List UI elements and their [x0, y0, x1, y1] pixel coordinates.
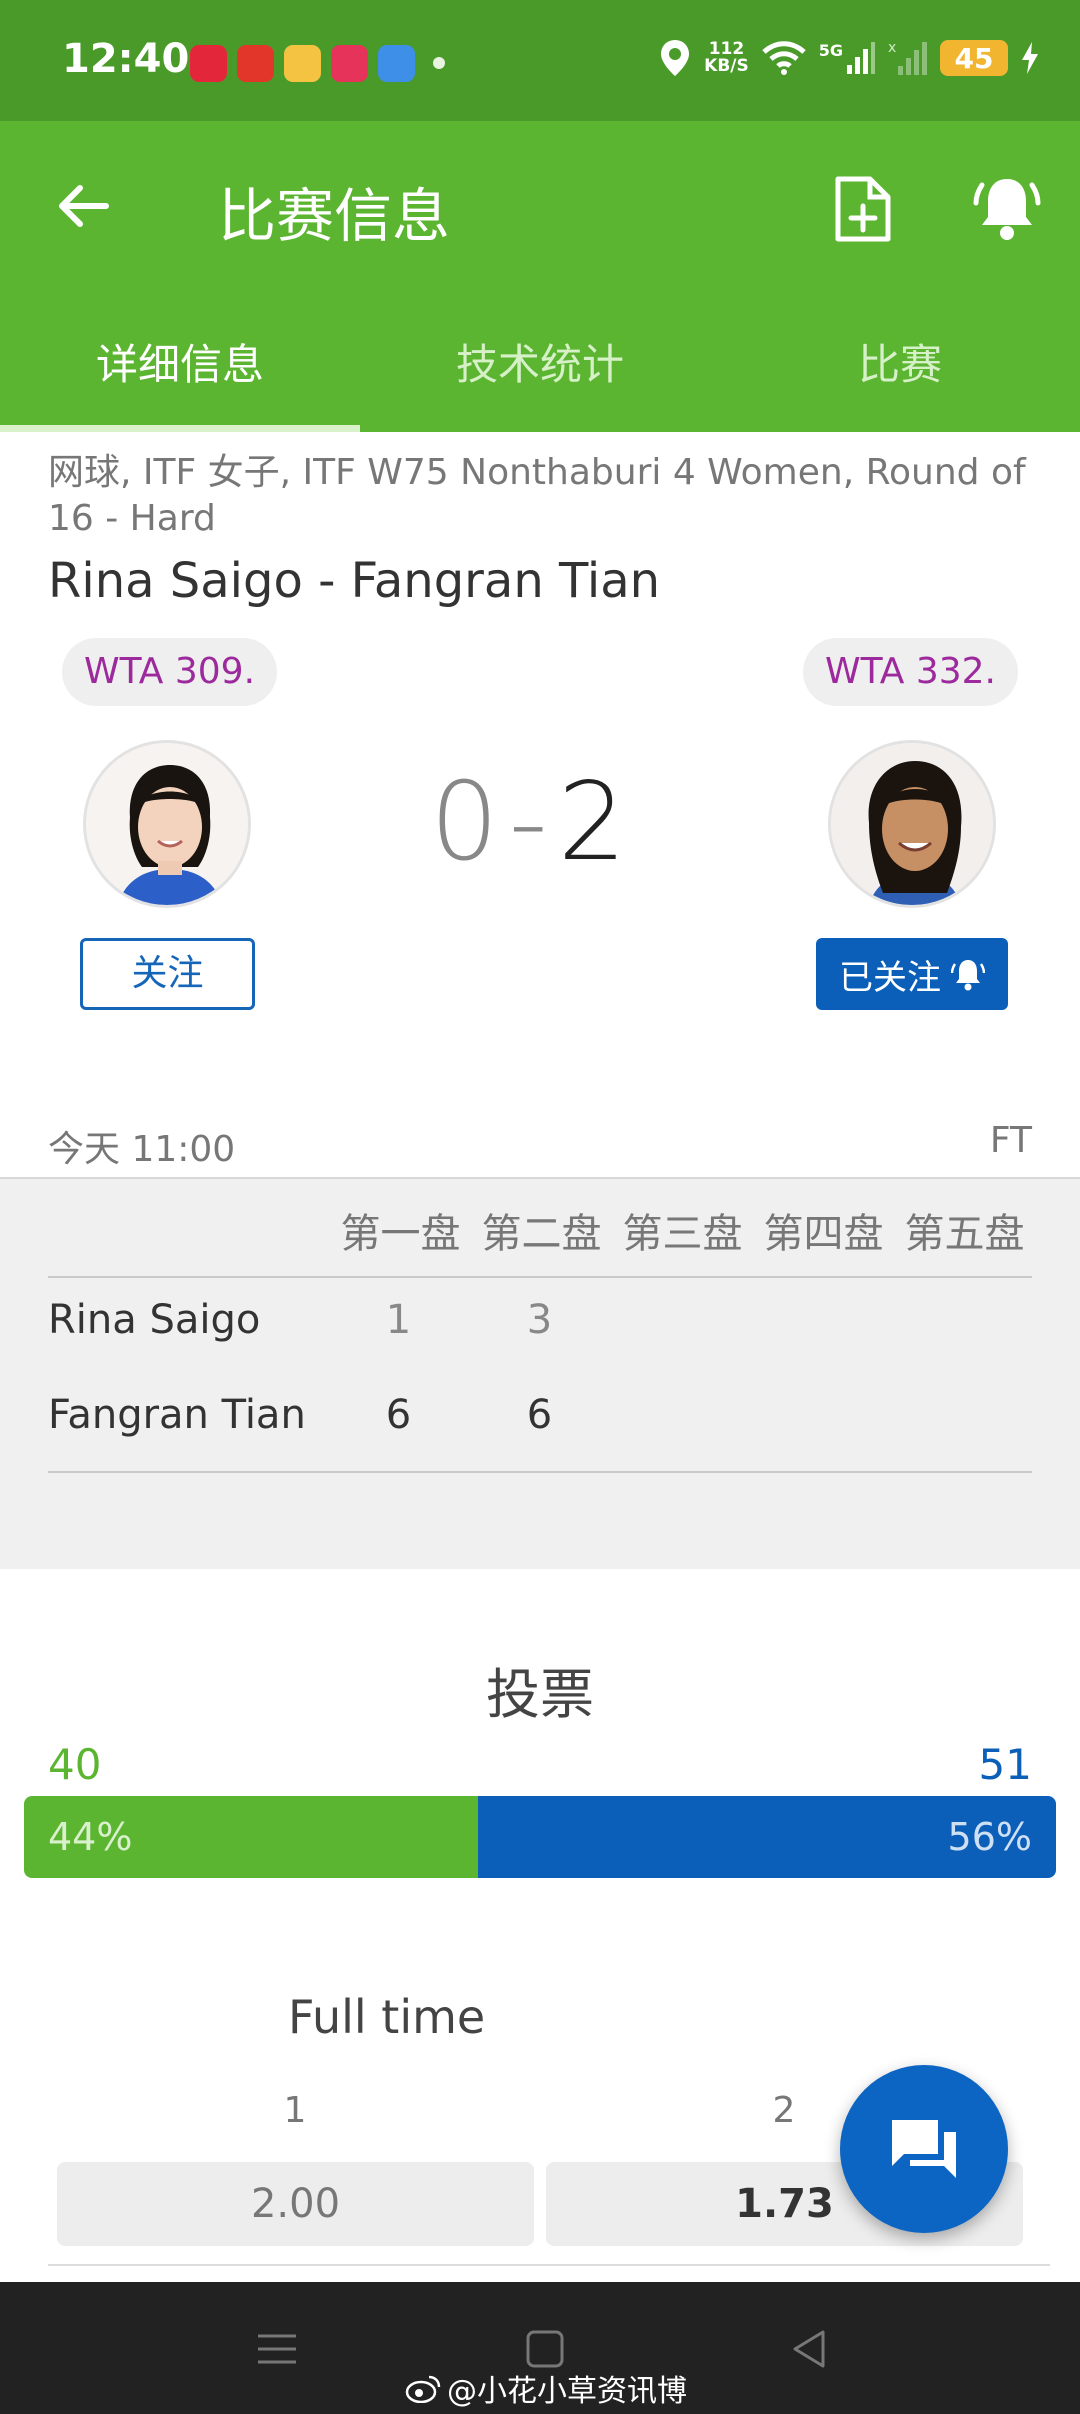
- status-bar: 12:40 112 KB/S 5G x 45: [0, 0, 1080, 121]
- set-header-1: 第一盘: [340, 1211, 461, 1257]
- set-score: 3: [526, 1297, 553, 1343]
- xiaohongshu-icon: [190, 45, 227, 82]
- weibo-icon: [405, 2375, 441, 2403]
- more-notifications-dot: [433, 57, 445, 69]
- set-header-2: 第二盘: [481, 1211, 602, 1257]
- odds-label-2: 2: [772, 2090, 796, 2131]
- score-separator: -: [508, 760, 548, 885]
- divider: [48, 1471, 1032, 1473]
- score-home: 0: [430, 760, 499, 885]
- match-score: 0-2: [430, 760, 626, 885]
- set-header-3: 第三盘: [622, 1211, 743, 1257]
- vote-title: 投票: [486, 1663, 594, 1726]
- player2-photo: [831, 743, 993, 905]
- svg-text:x: x: [888, 40, 896, 56]
- toutiao-icon: [237, 45, 274, 82]
- app-bar: 比赛信息 详细信息 技术统计 比赛: [0, 121, 1080, 432]
- player2-rank[interactable]: WTA 332.: [802, 638, 1018, 706]
- followed-label: 已关注: [839, 957, 941, 998]
- set-header-5: 第五盘: [904, 1211, 1025, 1257]
- add-file-icon[interactable]: [830, 173, 896, 245]
- browser-icon: [378, 45, 415, 82]
- vote-bar-left[interactable]: 44%: [24, 1796, 479, 1878]
- network-speed-unit: KB/S: [704, 56, 749, 76]
- followed-player2-button[interactable]: 已关注: [816, 938, 1008, 1010]
- chat-fab-button[interactable]: [840, 2065, 1008, 2233]
- player1-avatar[interactable]: [83, 740, 251, 908]
- vote-bar-right[interactable]: 56%: [478, 1796, 1056, 1878]
- set-headers: 第一盘 第二盘 第三盘 第四盘 第五盘: [330, 1201, 1035, 1259]
- battery-indicator: 45: [940, 40, 1008, 76]
- signal-2-icon: x: [888, 40, 927, 75]
- back-arrow-icon[interactable]: [50, 173, 116, 239]
- location-icon: [661, 40, 690, 76]
- set-header-4: 第四盘: [763, 1211, 884, 1257]
- odds-label-1: 1: [283, 2090, 307, 2131]
- watermark-text: @小花小草资讯博: [447, 2374, 687, 2409]
- signal-icon: [847, 42, 875, 74]
- tab-matches[interactable]: 比赛: [720, 311, 1080, 432]
- signal-5g: 5G: [819, 41, 876, 75]
- score-away: 2: [557, 760, 627, 885]
- table-row: Fangran Tian 6 6: [48, 1392, 1032, 1452]
- match-title: Rina Saigo - Fangran Tian: [48, 553, 661, 609]
- page-title: 比赛信息: [218, 182, 451, 250]
- network-speed: 112 KB/S: [704, 41, 749, 75]
- follow-player1-button[interactable]: 关注: [80, 938, 255, 1010]
- set-score: 6: [526, 1392, 553, 1438]
- tab-stats[interactable]: 技术统计: [360, 311, 720, 432]
- chat-icon: [892, 2120, 956, 2178]
- row-player-name: Fangran Tian: [48, 1392, 306, 1438]
- bell-icon[interactable]: [972, 171, 1042, 243]
- odds-home[interactable]: 2.00: [57, 2162, 534, 2246]
- menu-icon[interactable]: [252, 2324, 302, 2374]
- app-icon: [331, 45, 368, 82]
- sets-table: 第一盘 第二盘 第三盘 第四盘 第五盘 Rina Saigo 1 3 Fangr…: [0, 1177, 1080, 1569]
- wifi-icon: [762, 41, 806, 75]
- watermark: @小花小草资讯博: [405, 2366, 687, 2410]
- divider: [48, 1276, 1032, 1278]
- player1-photo: [86, 743, 248, 905]
- tab-bar: 详细信息 技术统计 比赛: [0, 311, 1080, 432]
- bell-ringing-icon: [951, 960, 985, 991]
- back-triangle-icon[interactable]: [785, 2324, 835, 2374]
- notification-icons: [190, 45, 445, 82]
- vote-bar[interactable]: 44% 56%: [24, 1796, 1056, 1878]
- divider: [48, 2264, 1050, 2266]
- tournament-info: 网球, ITF 女子, ITF W75 Nonthaburi 4 Women, …: [48, 452, 1026, 539]
- player2-avatar[interactable]: [828, 740, 996, 908]
- match-time: 今天 11:00: [48, 1129, 236, 1170]
- vote-left-count: 40: [48, 1740, 102, 1789]
- set-score: 6: [385, 1392, 412, 1438]
- status-right: 112 KB/S 5G x 45: [658, 38, 1040, 78]
- row-player-name: Rina Saigo: [48, 1297, 261, 1343]
- set-score: 1: [385, 1297, 412, 1343]
- table-row: Rina Saigo 1 3: [48, 1297, 1032, 1357]
- player1-rank[interactable]: WTA 309.: [62, 638, 278, 706]
- status-time: 12:40: [62, 36, 190, 82]
- tab-details[interactable]: 详细信息: [0, 311, 360, 432]
- odds-title: Full time: [288, 1990, 486, 2044]
- network-type: 5G: [818, 41, 843, 60]
- match-status: FT: [989, 1120, 1032, 1161]
- charging-icon: [1022, 42, 1038, 74]
- weibo-icon: [284, 45, 321, 82]
- vote-right-count: 51: [978, 1740, 1032, 1789]
